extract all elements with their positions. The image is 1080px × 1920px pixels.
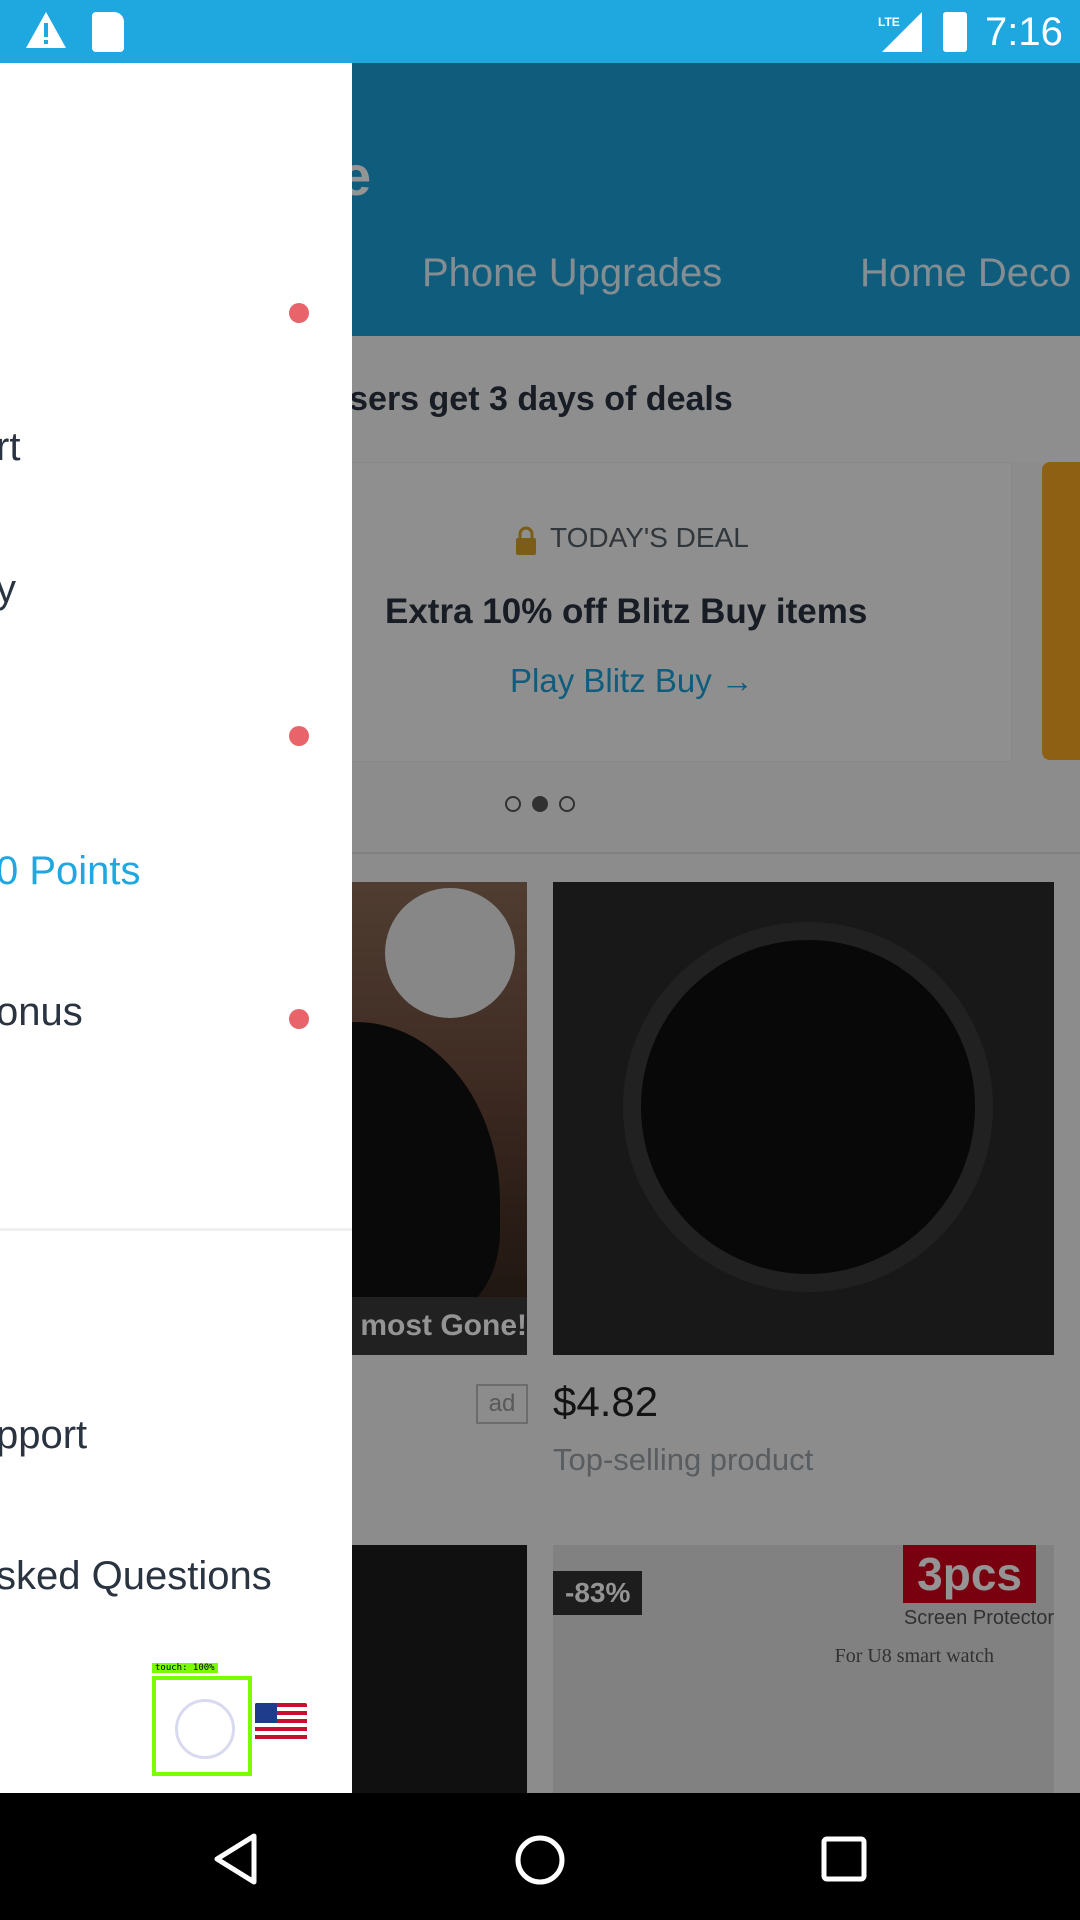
battery-charging-icon: [943, 12, 967, 52]
drawer-item-1[interactable]: [0, 262, 352, 362]
drawer-item-label: 0 Points: [0, 849, 141, 893]
drawer-item-label: onus: [0, 990, 83, 1034]
drawer-item-support[interactable]: pport: [0, 1391, 352, 1491]
drawer-item-label: rt: [0, 425, 21, 469]
notification-dot: [289, 303, 309, 323]
drawer-item-4[interactable]: [0, 685, 352, 785]
drawer-item-label: y: [0, 567, 16, 611]
drawer-item-label: pport: [0, 1413, 88, 1457]
home-icon[interactable]: [513, 1833, 567, 1887]
drawer-divider: [0, 1228, 352, 1231]
recents-icon[interactable]: [820, 1835, 868, 1883]
status-bar: LTE 7:16: [0, 0, 1080, 63]
drawer-item-2[interactable]: rt: [0, 403, 352, 503]
signal-icon: LTE: [878, 12, 922, 52]
drawer-item-bonus[interactable]: onus: [0, 968, 352, 1068]
touch-indicator: [152, 1676, 252, 1776]
sd-card-icon: [92, 12, 124, 52]
notification-dot: [289, 1009, 309, 1029]
system-nav-bar: [0, 1793, 1080, 1920]
back-icon[interactable]: [212, 1833, 260, 1885]
clock: 7:16: [985, 10, 1063, 54]
navigation-drawer: rt y 0 Points onus pport sked Questions …: [0, 63, 352, 1793]
drawer-item-points[interactable]: 0 Points: [0, 827, 352, 927]
svg-text:LTE: LTE: [878, 15, 900, 29]
drawer-item-faq[interactable]: sked Questions: [0, 1532, 352, 1632]
drawer-item-3[interactable]: y: [0, 545, 352, 645]
drawer-item-label: sked Questions: [0, 1554, 272, 1598]
us-flag-icon[interactable]: [255, 1703, 307, 1743]
touch-indicator-label: touch: 100%: [152, 1663, 218, 1673]
touch-circle-icon: [175, 1699, 235, 1759]
notification-dot: [289, 726, 309, 746]
warning-icon: [26, 12, 66, 48]
